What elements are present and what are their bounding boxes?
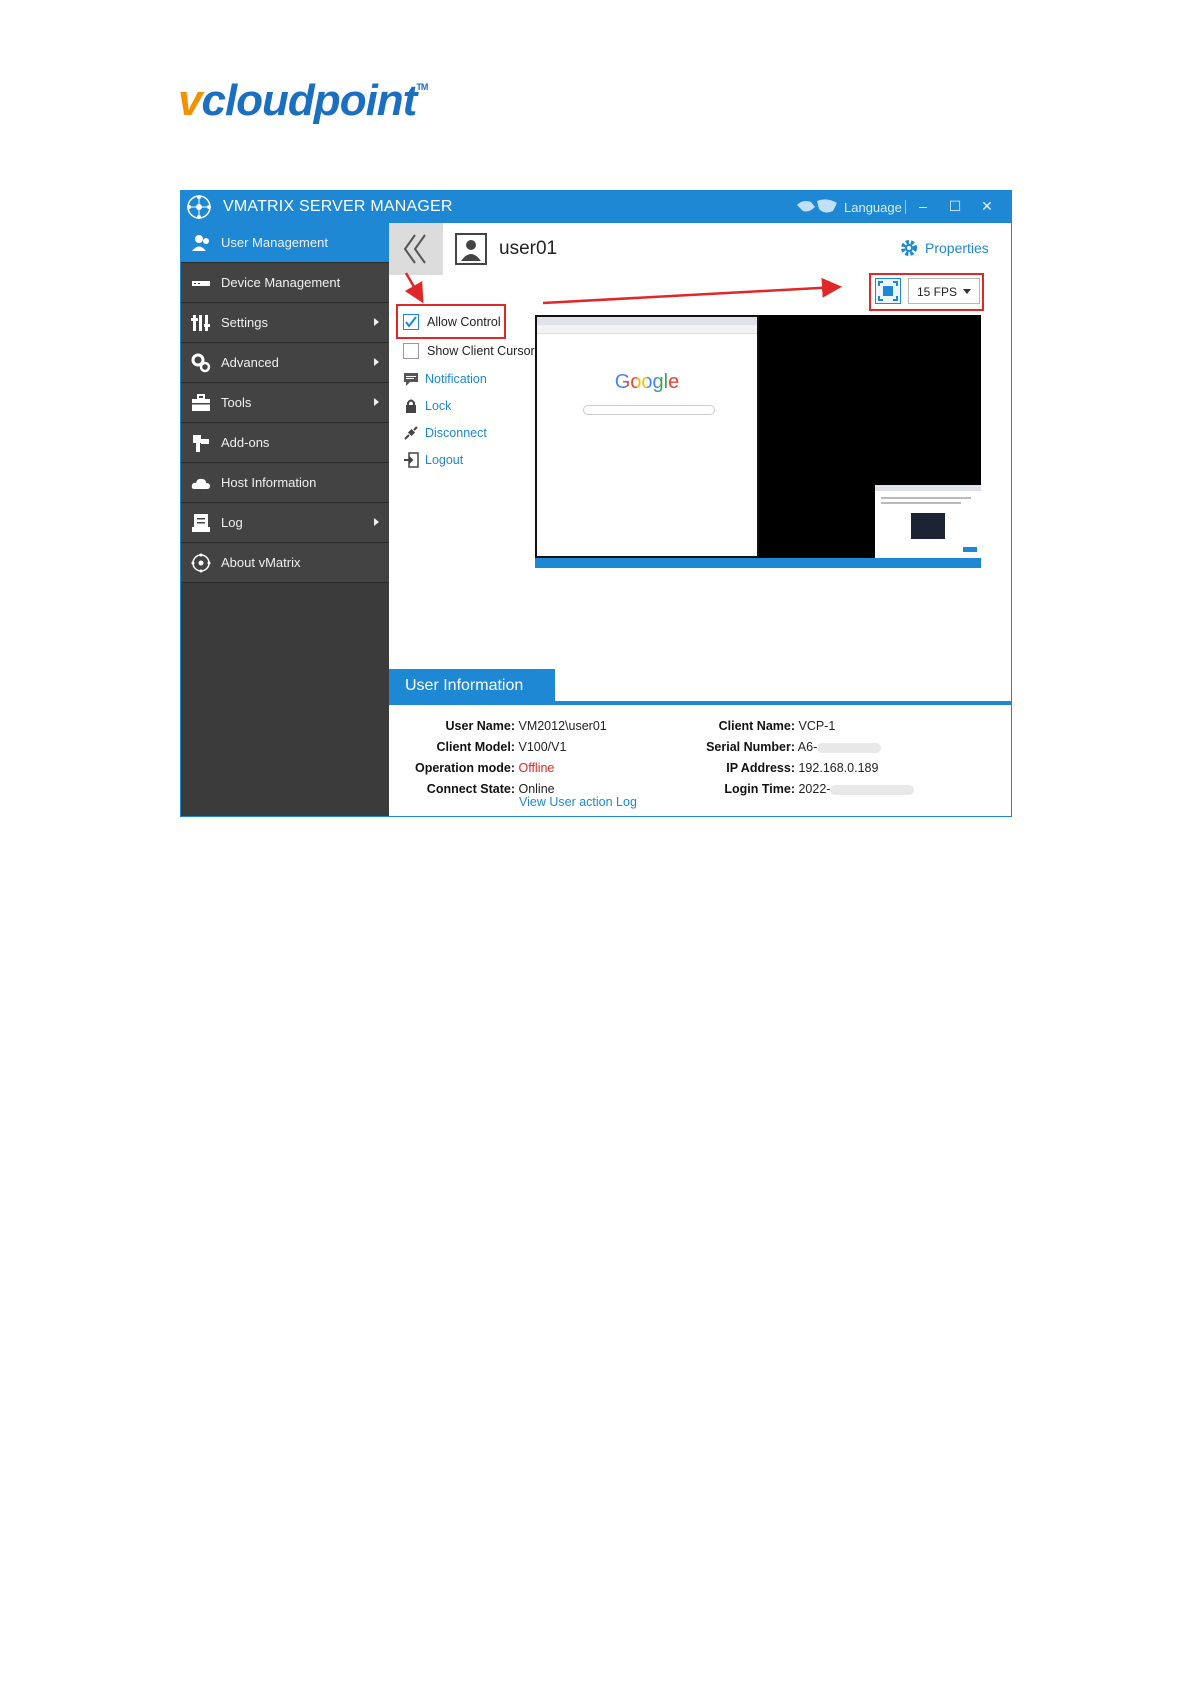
fps-value: 15 FPS xyxy=(917,285,958,299)
lock-link[interactable]: Lock xyxy=(403,398,451,414)
vmatrix-window: VMATRIX SERVER MANAGER Language ‒ ☐ ✕ Us… xyxy=(180,190,1012,817)
login-time-key: Login Time: xyxy=(724,782,795,796)
operation-mode-row: Operation mode: Offline xyxy=(403,761,554,775)
redacted-login-time xyxy=(830,784,915,795)
allow-control-highlight xyxy=(396,304,506,339)
login-time-value: 2022- xyxy=(798,782,831,796)
serial-number-key: Serial Number: xyxy=(706,740,795,754)
client-model-key: Client Model: xyxy=(436,740,515,754)
notification-label: Notification xyxy=(425,372,487,386)
fps-select[interactable]: 15 FPS xyxy=(908,278,980,304)
vcloudpoint-logo: v cloudpoint TM xyxy=(178,76,428,126)
client-model-value: V100/V1 xyxy=(518,740,567,754)
user-name-row: User Name: VM2012\user01 xyxy=(403,719,607,733)
ip-address-value: 192.168.0.189 xyxy=(798,761,879,775)
chevron-down-icon xyxy=(963,289,971,294)
logout-label: Logout xyxy=(425,453,464,467)
ip-address-key: IP Address: xyxy=(726,761,795,775)
preview-url-bar xyxy=(537,325,757,334)
show-client-cursor-option[interactable]: Show Client Cursor xyxy=(403,343,535,359)
logout-icon xyxy=(404,452,419,468)
ip-address-row: IP Address: 192.168.0.189 xyxy=(681,761,878,775)
login-time-row: Login Time: 2022- xyxy=(681,782,915,796)
preview-tab-bar xyxy=(537,317,757,325)
disconnect-link[interactable]: Disconnect xyxy=(403,425,487,441)
preview-google-text: Google xyxy=(614,371,680,393)
remote-screen-preview[interactable]: Google xyxy=(535,315,981,568)
preview-document-window xyxy=(875,485,981,558)
message-icon xyxy=(404,373,418,386)
user-information-divider xyxy=(389,701,1011,705)
client-name-value: VCP-1 xyxy=(798,719,836,733)
logout-link[interactable]: Logout xyxy=(403,452,463,468)
logo-trademark: TM xyxy=(416,82,428,92)
user-information-tab[interactable]: User Information xyxy=(389,669,555,701)
user-name-key: User Name: xyxy=(445,719,515,733)
disconnect-label: Disconnect xyxy=(425,426,487,440)
client-model-row: Client Model: V100/V1 xyxy=(403,740,567,754)
notification-link[interactable]: Notification xyxy=(403,371,487,387)
connect-state-key: Connect State: xyxy=(426,782,515,796)
preview-google-logo: Google xyxy=(537,371,757,394)
lock-icon xyxy=(406,399,416,413)
operation-mode-key: Operation mode: xyxy=(414,761,515,775)
preview-search-box xyxy=(583,405,715,415)
show-client-cursor-checkbox[interactable] xyxy=(403,343,419,359)
serial-number-value: A6- xyxy=(797,740,818,754)
lock-label: Lock xyxy=(425,399,452,413)
fit-screen-icon xyxy=(878,281,898,301)
logo-v: v xyxy=(178,76,203,125)
logo-text: cloudpoint xyxy=(201,76,417,125)
preview-browser-window: Google xyxy=(535,315,759,558)
show-client-cursor-label: Show Client Cursor xyxy=(427,344,535,358)
serial-number-row: Serial Number: A6- xyxy=(681,740,882,754)
client-name-key: Client Name: xyxy=(718,719,795,733)
preview-taskbar xyxy=(535,558,981,568)
connect-state-value: Online xyxy=(518,782,555,796)
fit-screen-button[interactable] xyxy=(875,278,901,304)
operation-mode-value: Offline xyxy=(518,761,555,775)
redacted-serial xyxy=(817,742,882,753)
client-name-row: Client Name: VCP-1 xyxy=(681,719,836,733)
user-information-tab-label: User Information xyxy=(405,677,524,694)
user-name-value: VM2012\user01 xyxy=(518,719,607,733)
view-user-action-log-link[interactable]: View User action Log xyxy=(519,795,637,809)
unplug-icon xyxy=(404,426,418,440)
connect-state-row: Connect State: Online xyxy=(403,782,555,796)
